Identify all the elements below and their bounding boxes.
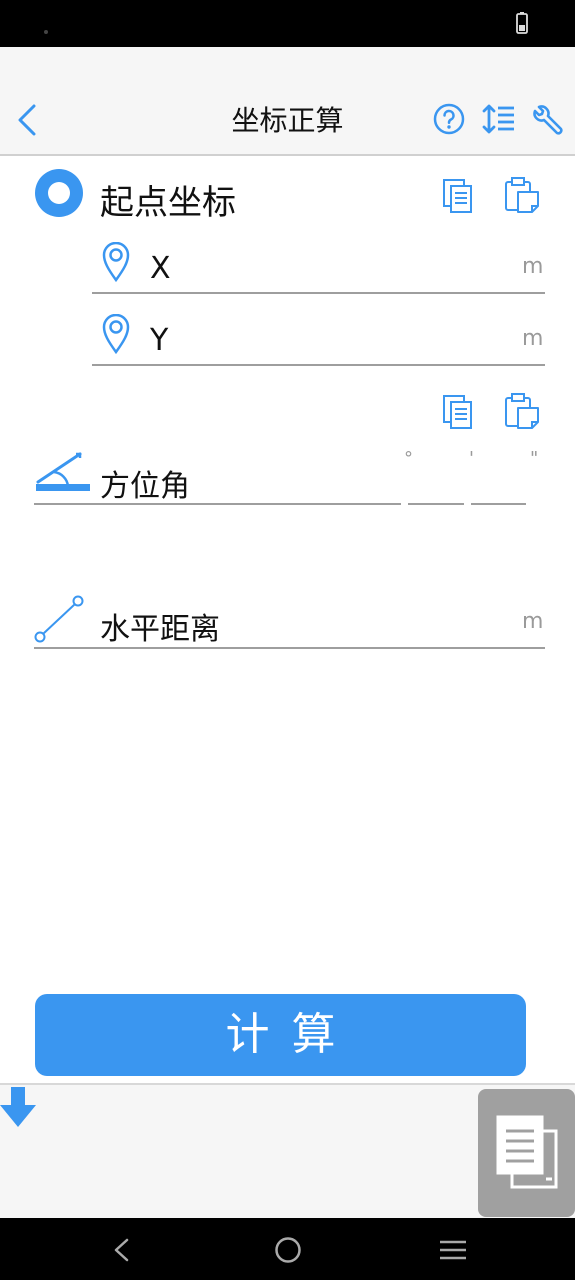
nav-home-icon[interactable] (274, 1236, 302, 1264)
x-unit: m (522, 254, 544, 279)
nav-back-icon[interactable] (112, 1238, 130, 1262)
help-icon[interactable] (433, 103, 465, 135)
degree-symbol: ° (404, 448, 413, 469)
down-arrow-icon[interactable] (0, 1087, 36, 1127)
azimuth-degrees-input[interactable] (34, 503, 401, 505)
result-panel (0, 1083, 575, 1218)
y-label: Y (150, 323, 169, 358)
document-icon (496, 1115, 558, 1189)
status-dot (44, 30, 48, 34)
start-point-title: 起点坐标 (100, 183, 236, 223)
distance-unit: m (522, 609, 544, 634)
copy-icon[interactable] (442, 394, 474, 430)
sort-icon[interactable] (482, 104, 516, 134)
calculate-button[interactable]: 计算 (35, 994, 526, 1076)
app-bar: 坐标正算 (0, 47, 575, 156)
x-input[interactable] (92, 292, 545, 294)
copy-icon[interactable] (442, 178, 474, 214)
wrench-icon[interactable] (530, 102, 564, 136)
paste-icon[interactable] (504, 392, 540, 430)
line-segment-icon (34, 595, 84, 643)
x-label: X (150, 251, 171, 286)
location-pin-icon (102, 314, 130, 354)
status-bar (0, 0, 575, 47)
y-unit: m (522, 326, 544, 351)
system-nav-bar (0, 1218, 575, 1280)
azimuth-minutes-input[interactable] (408, 503, 464, 505)
paste-icon[interactable] (504, 176, 540, 214)
angle-icon (36, 452, 90, 491)
radio-selected-icon[interactable] (34, 168, 84, 218)
azimuth-seconds-input[interactable] (471, 503, 526, 505)
azimuth-label: 方位角 (100, 469, 190, 504)
form-content: 起点坐标 X m Y m 方位角 ° ' " 水平距离 m 计算 (0, 158, 575, 1218)
distance-label: 水平距离 (100, 612, 220, 647)
nav-menu-icon[interactable] (439, 1239, 467, 1261)
second-symbol: " (530, 448, 539, 469)
result-document-button[interactable] (478, 1089, 575, 1217)
battery-icon (516, 12, 528, 34)
distance-input[interactable] (34, 647, 545, 649)
location-pin-icon (102, 242, 130, 282)
minute-symbol: ' (469, 448, 474, 469)
y-input[interactable] (92, 364, 545, 366)
